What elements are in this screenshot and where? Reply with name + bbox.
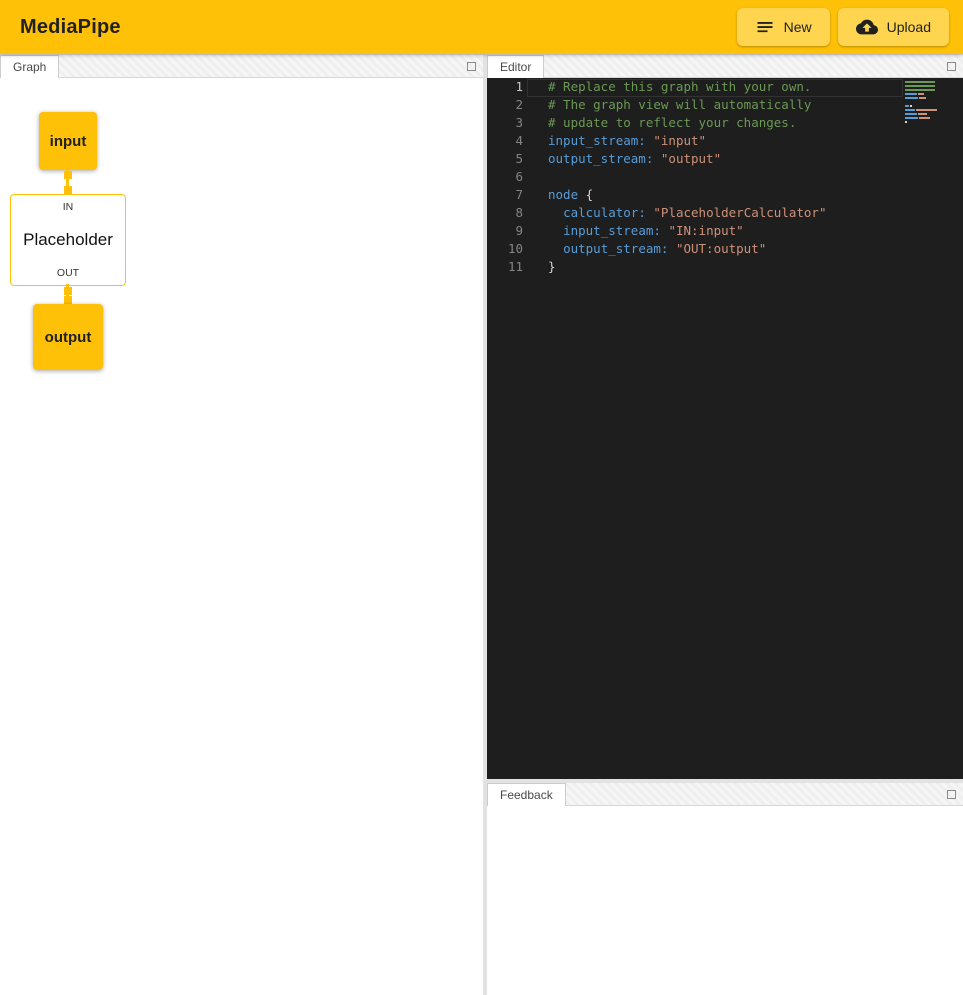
input-port-square[interactable]	[64, 296, 72, 304]
cloud-upload-icon	[856, 16, 878, 38]
graph-node-input[interactable]: input	[39, 112, 97, 170]
minimap-line	[905, 89, 940, 91]
graph-node-output[interactable]: output	[33, 304, 103, 370]
app-window: MediaPipe New Upload Graph input	[0, 0, 963, 995]
app-title: MediaPipe	[20, 16, 121, 39]
maximize-icon[interactable]	[467, 62, 476, 71]
editor-minimap[interactable]	[905, 81, 940, 125]
minimap-line	[905, 97, 940, 99]
code-line[interactable]: output_stream: "output"	[527, 151, 903, 169]
new-button[interactable]: New	[737, 8, 830, 46]
code-line[interactable]: # Replace this graph with your own.	[527, 79, 903, 97]
editor-gutter: 1234567891011	[487, 79, 527, 277]
tab-graph[interactable]: Graph	[0, 55, 59, 78]
line-number: 11	[487, 259, 527, 277]
output-port-square[interactable]	[64, 171, 72, 179]
line-number: 3	[487, 115, 527, 133]
minimap-line	[905, 113, 940, 115]
tab-editor[interactable]: Editor	[487, 55, 544, 78]
minimap-line	[905, 81, 940, 83]
upload-button-label: Upload	[887, 19, 931, 35]
graph-canvas[interactable]: input IN Placeholder OUT output	[0, 101, 483, 995]
minimap-line	[905, 101, 940, 103]
minimap-line	[905, 117, 940, 119]
output-port-square[interactable]	[64, 287, 72, 295]
menu-icon	[755, 17, 775, 37]
code-line[interactable]: # update to reflect your changes.	[527, 115, 903, 133]
minimap-line	[905, 109, 940, 111]
code-line[interactable]: calculator: "PlaceholderCalculator"	[527, 205, 903, 223]
line-number: 10	[487, 241, 527, 259]
line-number: 2	[487, 97, 527, 115]
code-line[interactable]: node {	[527, 187, 903, 205]
out-port-label: OUT	[57, 267, 79, 279]
line-number: 5	[487, 151, 527, 169]
editor-panel: Editor 1234567891011 # Replace this grap…	[487, 55, 963, 779]
code-line[interactable]: }	[527, 259, 903, 277]
editor-code-area[interactable]: # Replace this graph with your own.# The…	[527, 79, 903, 277]
code-line[interactable]	[527, 169, 903, 187]
upload-button[interactable]: Upload	[838, 8, 949, 46]
code-line[interactable]: output_stream: "OUT:output"	[527, 241, 903, 259]
maximize-icon[interactable]	[947, 790, 956, 799]
line-number: 1	[487, 79, 527, 97]
code-line[interactable]: # The graph view will automatically	[527, 97, 903, 115]
in-port-label: IN	[63, 201, 74, 213]
minimap-line	[905, 93, 940, 95]
line-number: 7	[487, 187, 527, 205]
maximize-icon[interactable]	[947, 62, 956, 71]
node-label: output	[45, 329, 92, 346]
minimap-line	[905, 121, 940, 123]
line-number: 9	[487, 223, 527, 241]
line-number: 8	[487, 205, 527, 223]
header-actions: New Upload	[737, 8, 949, 46]
tab-feedback[interactable]: Feedback	[487, 783, 566, 806]
graph-panel: Graph input IN Placeholder OUT output	[0, 55, 483, 995]
line-number: 4	[487, 133, 527, 151]
node-label: Placeholder	[23, 230, 113, 250]
feedback-panel: Feedback	[487, 783, 963, 995]
line-number: 6	[487, 169, 527, 187]
minimap-line	[905, 85, 940, 87]
code-line[interactable]: input_stream: "input"	[527, 133, 903, 151]
code-line[interactable]: input_stream: "IN:input"	[527, 223, 903, 241]
new-button-label: New	[784, 19, 812, 35]
graph-panel-header: Graph	[0, 55, 483, 78]
minimap-line	[905, 105, 940, 107]
code-editor[interactable]: 1234567891011 # Replace this graph with …	[487, 78, 963, 779]
feedback-content	[487, 806, 963, 995]
header-bar: MediaPipe New Upload	[0, 0, 963, 54]
input-port-square[interactable]	[64, 186, 72, 194]
feedback-panel-header: Feedback	[487, 783, 963, 806]
node-label: input	[50, 133, 87, 150]
graph-node-placeholder[interactable]: IN Placeholder OUT	[10, 194, 126, 286]
editor-panel-header: Editor	[487, 55, 963, 78]
